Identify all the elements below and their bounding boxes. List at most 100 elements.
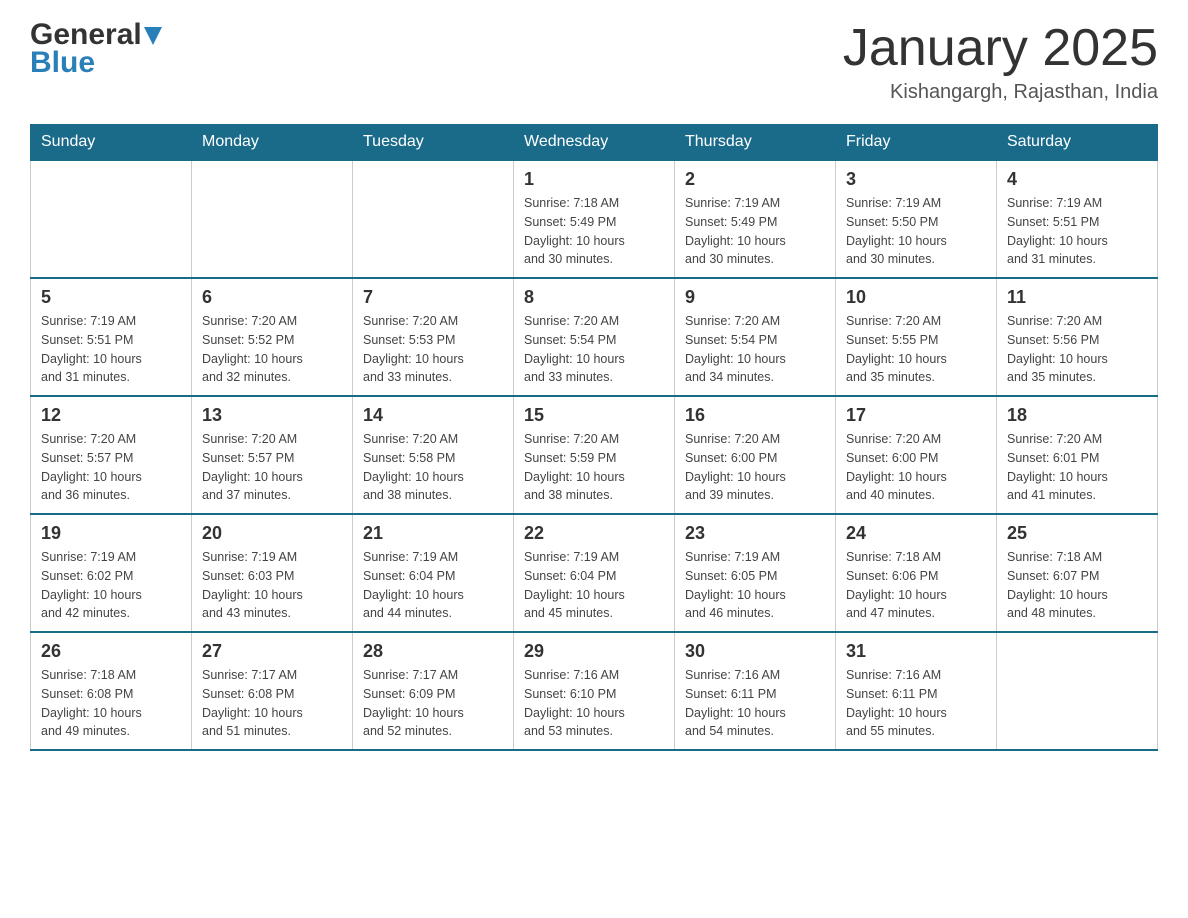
day-number: 23 xyxy=(685,523,825,544)
day-number: 15 xyxy=(524,405,664,426)
calendar-cell: 10 Sunrise: 7:20 AM Sunset: 5:55 PM Dayli… xyxy=(836,278,997,396)
calendar-cell: 1 Sunrise: 7:18 AM Sunset: 5:49 PM Daylig… xyxy=(514,160,675,278)
logo: General Blue xyxy=(30,20,162,80)
day-info: Sunrise: 7:17 AM Sunset: 6:08 PM Dayligh… xyxy=(202,666,342,741)
calendar-table: SundayMondayTuesdayWednesdayThursdayFrid… xyxy=(30,124,1158,751)
day-number: 10 xyxy=(846,287,986,308)
day-info: Sunrise: 7:17 AM Sunset: 6:09 PM Dayligh… xyxy=(363,666,503,741)
day-info: Sunrise: 7:19 AM Sunset: 5:50 PM Dayligh… xyxy=(846,194,986,269)
calendar-cell: 14 Sunrise: 7:20 AM Sunset: 5:58 PM Dayli… xyxy=(353,396,514,514)
day-number: 8 xyxy=(524,287,664,308)
day-number: 14 xyxy=(363,405,503,426)
day-info: Sunrise: 7:20 AM Sunset: 5:57 PM Dayligh… xyxy=(202,430,342,505)
day-number: 20 xyxy=(202,523,342,544)
calendar-cell xyxy=(31,160,192,278)
calendar-day-header: Thursday xyxy=(675,125,836,161)
calendar-cell xyxy=(192,160,353,278)
calendar-cell: 11 Sunrise: 7:20 AM Sunset: 5:56 PM Dayli… xyxy=(997,278,1158,396)
day-number: 13 xyxy=(202,405,342,426)
calendar-day-header: Tuesday xyxy=(353,125,514,161)
day-info: Sunrise: 7:19 AM Sunset: 5:51 PM Dayligh… xyxy=(41,312,181,387)
day-info: Sunrise: 7:20 AM Sunset: 6:00 PM Dayligh… xyxy=(685,430,825,505)
day-info: Sunrise: 7:19 AM Sunset: 6:04 PM Dayligh… xyxy=(524,548,664,623)
day-number: 17 xyxy=(846,405,986,426)
calendar-day-header: Monday xyxy=(192,125,353,161)
calendar-cell: 20 Sunrise: 7:19 AM Sunset: 6:03 PM Dayli… xyxy=(192,514,353,632)
day-info: Sunrise: 7:20 AM Sunset: 5:52 PM Dayligh… xyxy=(202,312,342,387)
calendar-week-row: 5 Sunrise: 7:19 AM Sunset: 5:51 PM Daylig… xyxy=(31,278,1158,396)
day-number: 12 xyxy=(41,405,181,426)
day-info: Sunrise: 7:19 AM Sunset: 5:51 PM Dayligh… xyxy=(1007,194,1147,269)
day-number: 27 xyxy=(202,641,342,662)
day-number: 2 xyxy=(685,169,825,190)
calendar-week-row: 26Sunrise: 7:18 AM Sunset: 6:08 PM Dayli… xyxy=(31,632,1158,750)
calendar-cell: 21 Sunrise: 7:19 AM Sunset: 6:04 PM Dayli… xyxy=(353,514,514,632)
day-number: 5 xyxy=(41,287,181,308)
day-info: Sunrise: 7:20 AM Sunset: 5:56 PM Dayligh… xyxy=(1007,312,1147,387)
day-number: 3 xyxy=(846,169,986,190)
day-info: Sunrise: 7:20 AM Sunset: 5:57 PM Dayligh… xyxy=(41,430,181,505)
calendar-cell: 2 Sunrise: 7:19 AM Sunset: 5:49 PM Daylig… xyxy=(675,160,836,278)
calendar-cell: 4 Sunrise: 7:19 AM Sunset: 5:51 PM Daylig… xyxy=(997,160,1158,278)
calendar-day-header: Wednesday xyxy=(514,125,675,161)
day-info: Sunrise: 7:20 AM Sunset: 5:59 PM Dayligh… xyxy=(524,430,664,505)
calendar-cell: 24 Sunrise: 7:18 AM Sunset: 6:06 PM Dayli… xyxy=(836,514,997,632)
day-info: Sunrise: 7:20 AM Sunset: 5:54 PM Dayligh… xyxy=(524,312,664,387)
day-number: 4 xyxy=(1007,169,1147,190)
day-number: 19 xyxy=(41,523,181,544)
calendar-cell: 19 Sunrise: 7:19 AM Sunset: 6:02 PM Dayli… xyxy=(31,514,192,632)
calendar-cell: 8 Sunrise: 7:20 AM Sunset: 5:54 PM Daylig… xyxy=(514,278,675,396)
day-info: Sunrise: 7:19 AM Sunset: 5:49 PM Dayligh… xyxy=(685,194,825,269)
calendar-cell: 16 Sunrise: 7:20 AM Sunset: 6:00 PM Dayli… xyxy=(675,396,836,514)
day-number: 6 xyxy=(202,287,342,308)
day-number: 1 xyxy=(524,169,664,190)
day-number: 30 xyxy=(685,641,825,662)
calendar-week-row: 1 Sunrise: 7:18 AM Sunset: 5:49 PM Daylig… xyxy=(31,160,1158,278)
day-info: Sunrise: 7:19 AM Sunset: 6:03 PM Dayligh… xyxy=(202,548,342,623)
logo-triangle-icon xyxy=(144,27,162,47)
day-number: 31 xyxy=(846,641,986,662)
day-info: Sunrise: 7:20 AM Sunset: 5:54 PM Dayligh… xyxy=(685,312,825,387)
location-text: Kishangargh, Rajasthan, India xyxy=(843,81,1158,104)
calendar-day-header: Saturday xyxy=(997,125,1158,161)
calendar-week-row: 19 Sunrise: 7:19 AM Sunset: 6:02 PM Dayli… xyxy=(31,514,1158,632)
day-info: Sunrise: 7:19 AM Sunset: 6:04 PM Dayligh… xyxy=(363,548,503,623)
day-number: 11 xyxy=(1007,287,1147,308)
calendar-cell: 7 Sunrise: 7:20 AM Sunset: 5:53 PM Daylig… xyxy=(353,278,514,396)
day-info: Sunrise: 7:18 AM Sunset: 5:49 PM Dayligh… xyxy=(524,194,664,269)
day-number: 9 xyxy=(685,287,825,308)
calendar-cell: 5 Sunrise: 7:19 AM Sunset: 5:51 PM Daylig… xyxy=(31,278,192,396)
calendar-cell: 9 Sunrise: 7:20 AM Sunset: 5:54 PM Daylig… xyxy=(675,278,836,396)
calendar-cell: 31 Sunrise: 7:16 AM Sunset: 6:11 PM Dayli… xyxy=(836,632,997,750)
day-number: 24 xyxy=(846,523,986,544)
calendar-cell: 17 Sunrise: 7:20 AM Sunset: 6:00 PM Dayli… xyxy=(836,396,997,514)
calendar-cell: 27 Sunrise: 7:17 AM Sunset: 6:08 PM Dayli… xyxy=(192,632,353,750)
day-number: 22 xyxy=(524,523,664,544)
calendar-day-header: Friday xyxy=(836,125,997,161)
day-number: 16 xyxy=(685,405,825,426)
calendar-cell: 15 Sunrise: 7:20 AM Sunset: 5:59 PM Dayli… xyxy=(514,396,675,514)
calendar-week-row: 12 Sunrise: 7:20 AM Sunset: 5:57 PM Dayli… xyxy=(31,396,1158,514)
day-info: Sunrise: 7:16 AM Sunset: 6:10 PM Dayligh… xyxy=(524,666,664,741)
calendar-day-header: Sunday xyxy=(31,125,192,161)
day-number: 21 xyxy=(363,523,503,544)
day-info: Sunrise: 7:16 AM Sunset: 6:11 PM Dayligh… xyxy=(846,666,986,741)
title-section: January 2025 Kishangargh, Rajasthan, Ind… xyxy=(843,20,1158,104)
day-info: Sunrise: 7:18 AM Sunset: 6:08 PM Dayligh… xyxy=(41,666,181,741)
calendar-header-row: SundayMondayTuesdayWednesdayThursdayFrid… xyxy=(31,125,1158,161)
day-info: Sunrise: 7:20 AM Sunset: 6:01 PM Dayligh… xyxy=(1007,430,1147,505)
day-info: Sunrise: 7:16 AM Sunset: 6:11 PM Dayligh… xyxy=(685,666,825,741)
day-info: Sunrise: 7:20 AM Sunset: 5:53 PM Dayligh… xyxy=(363,312,503,387)
day-info: Sunrise: 7:20 AM Sunset: 5:55 PM Dayligh… xyxy=(846,312,986,387)
calendar-cell: 26Sunrise: 7:18 AM Sunset: 6:08 PM Dayli… xyxy=(31,632,192,750)
calendar-cell: 3 Sunrise: 7:19 AM Sunset: 5:50 PM Daylig… xyxy=(836,160,997,278)
day-number: 7 xyxy=(363,287,503,308)
day-info: Sunrise: 7:19 AM Sunset: 6:05 PM Dayligh… xyxy=(685,548,825,623)
day-info: Sunrise: 7:18 AM Sunset: 6:06 PM Dayligh… xyxy=(846,548,986,623)
calendar-cell xyxy=(997,632,1158,750)
day-info: Sunrise: 7:20 AM Sunset: 5:58 PM Dayligh… xyxy=(363,430,503,505)
day-number: 29 xyxy=(524,641,664,662)
month-title: January 2025 xyxy=(843,20,1158,77)
day-info: Sunrise: 7:20 AM Sunset: 6:00 PM Dayligh… xyxy=(846,430,986,505)
day-info: Sunrise: 7:19 AM Sunset: 6:02 PM Dayligh… xyxy=(41,548,181,623)
